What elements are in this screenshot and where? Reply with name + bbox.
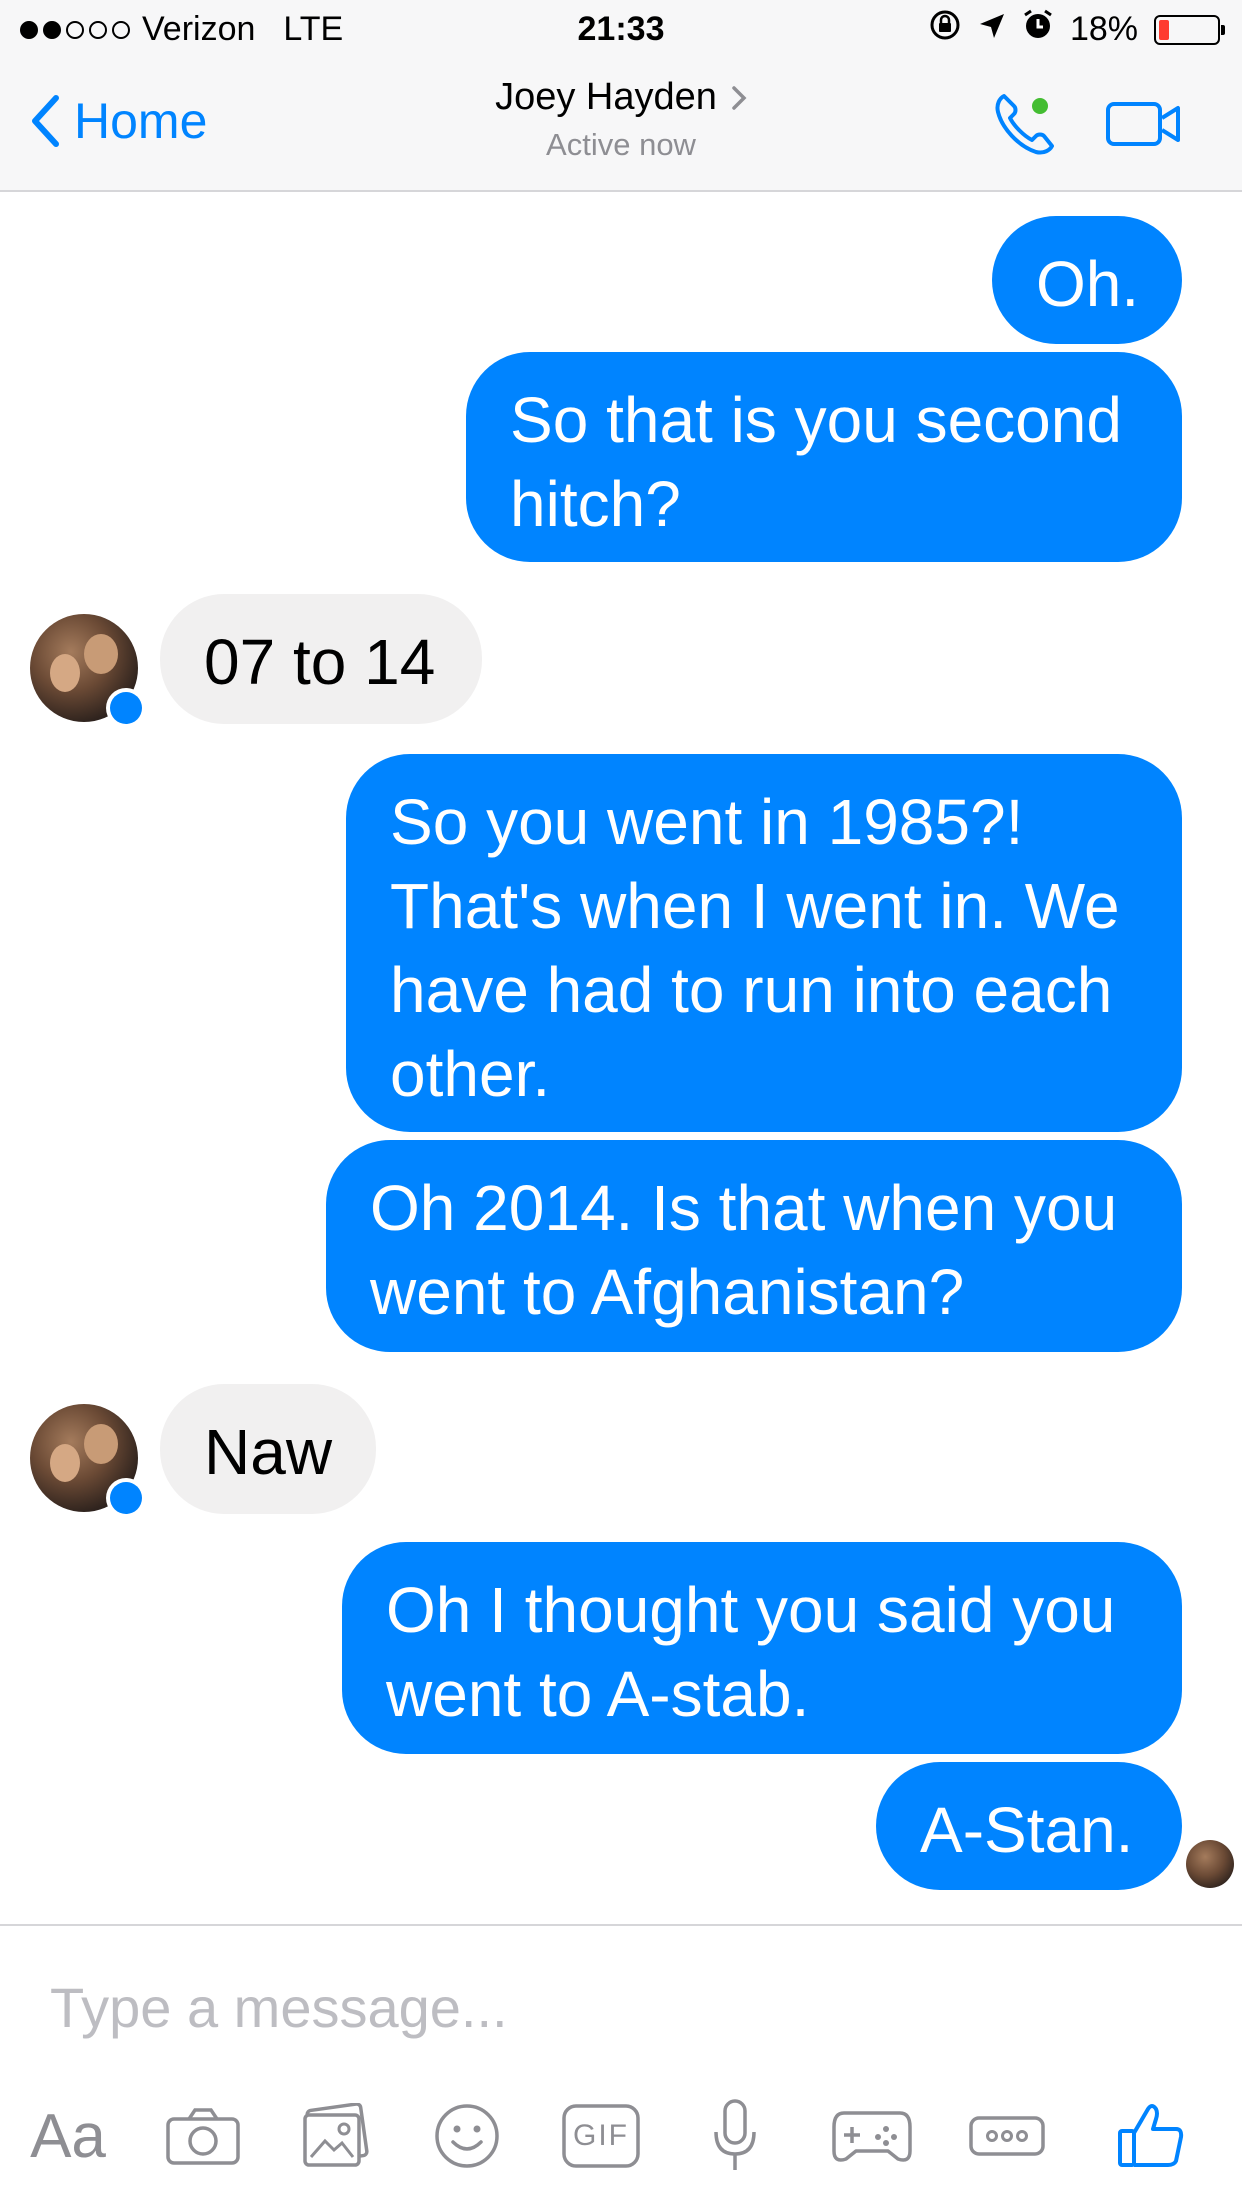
voice-call-button[interactable] xyxy=(990,88,1062,165)
status-bar: Verizon LTE 21:33 18% xyxy=(0,0,1242,62)
game-controller-icon xyxy=(832,2111,912,2162)
message-input[interactable] xyxy=(48,1966,1192,2048)
emoji-button[interactable] xyxy=(422,2086,512,2186)
video-camera-icon xyxy=(1106,102,1180,146)
presence-dot xyxy=(1032,98,1048,114)
microphone-button[interactable] xyxy=(692,2086,778,2186)
message-bubble-outgoing[interactable]: So that is you second hitch? xyxy=(466,352,1182,562)
microphone-icon xyxy=(714,2099,756,2170)
contact-name: Joey Hayden xyxy=(495,76,717,118)
message-bubble-outgoing[interactable]: Oh. xyxy=(992,216,1182,344)
message-bubble-outgoing[interactable]: Oh I thought you said you went to A-stab… xyxy=(342,1542,1182,1754)
status-right: 18% xyxy=(928,8,1225,51)
camera-icon xyxy=(166,2108,240,2165)
chevron-right-icon xyxy=(732,85,747,110)
message-bubble-incoming[interactable]: 07 to 14 xyxy=(160,594,482,724)
camera-button[interactable] xyxy=(158,2086,248,2186)
battery-icon xyxy=(1154,14,1225,45)
seen-indicator-avatar xyxy=(1186,1840,1234,1888)
avatar-face xyxy=(50,1444,80,1482)
message-bubble-incoming[interactable]: Naw xyxy=(160,1384,376,1514)
avatar-face xyxy=(84,1424,118,1464)
message-bubble-outgoing[interactable]: Oh 2014. Is that when you went to Afghan… xyxy=(326,1140,1182,1352)
video-call-button[interactable] xyxy=(1106,100,1182,153)
composer-toolbar: Aa GIF xyxy=(0,2086,1242,2186)
avatar-face xyxy=(50,654,80,692)
games-button[interactable] xyxy=(822,2086,922,2186)
photo-button[interactable] xyxy=(290,2086,380,2186)
text-format-button[interactable]: Aa xyxy=(20,2086,116,2186)
like-button[interactable] xyxy=(1106,2086,1196,2186)
messenger-badge-icon xyxy=(106,688,146,728)
gif-button[interactable]: GIF xyxy=(558,2086,644,2186)
more-options-button[interactable] xyxy=(964,2086,1050,2186)
emoji-icon xyxy=(435,2104,499,2168)
battery-level xyxy=(1159,19,1169,40)
contact-name-row[interactable]: Joey Hayden xyxy=(495,76,747,119)
contact-avatar[interactable] xyxy=(30,614,146,728)
message-bubble-outgoing[interactable]: A-Stan. xyxy=(876,1762,1182,1890)
thumbs-up-icon xyxy=(1118,2104,1184,2167)
phone-icon xyxy=(995,94,1054,155)
alarm-icon xyxy=(1022,9,1054,50)
gif-label: GIF xyxy=(573,2119,629,2152)
photo-icon xyxy=(303,2103,369,2167)
conversation-header: Home Joey Hayden Active now xyxy=(0,62,1242,192)
more-icon xyxy=(969,2116,1045,2156)
battery-percent: 18% xyxy=(1069,10,1138,48)
contact-avatar[interactable] xyxy=(30,1404,146,1518)
messenger-badge-icon xyxy=(106,1478,146,1518)
message-bubble-outgoing[interactable]: So you went in 1985?! That's when I went… xyxy=(346,754,1182,1132)
avatar-face xyxy=(84,634,118,674)
text-format-label: Aa xyxy=(30,2101,106,2171)
location-arrow-icon xyxy=(978,10,1006,49)
rotation-lock-icon xyxy=(928,8,962,51)
composer-divider xyxy=(0,1924,1242,1926)
